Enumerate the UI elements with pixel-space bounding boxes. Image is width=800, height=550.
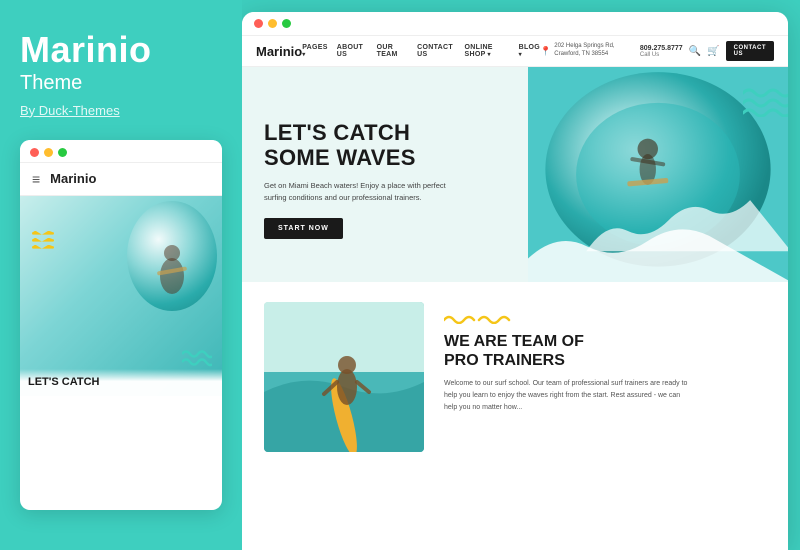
nav-address-text: 202 Helga Springs Rd, Crawford, TN 38554 xyxy=(554,43,634,59)
mini-hero-heading: LET'S CATCH xyxy=(28,375,214,389)
surfer-svg-mini xyxy=(127,201,217,311)
section2-heading: WE ARE TEAM OF PRO TRAINERS xyxy=(444,332,766,370)
hero-left: LET'S CATCH SOME WAVES Get on Miami Beac… xyxy=(242,67,528,282)
section2-heading-line2: PRO TRAINERS xyxy=(444,352,565,369)
main-nav-links: PAGES ABOUT US OUR TEAM CONTACT US ONLIN… xyxy=(302,44,540,58)
nav-phone-label: Call Us xyxy=(640,52,683,58)
section2-heading-line1: WE ARE TEAM OF xyxy=(444,333,584,350)
nav-address: 202 Helga Springs Rd, Crawford, TN 38554 xyxy=(554,43,634,59)
traffic-red xyxy=(30,148,39,157)
sidebar-title: Marinio Theme By Duck-Themes xyxy=(20,30,222,140)
teal-deco-svg xyxy=(743,87,788,117)
main-content: LET'S CATCH SOME WAVES Get on Miami Beac… xyxy=(242,67,788,550)
hero-subtext: Get on Miami Beach waters! Enjoy a place… xyxy=(264,180,464,204)
teal-wave-decoration xyxy=(743,87,788,122)
main-traffic-red xyxy=(254,19,263,28)
main-preview: Marinio PAGES ABOUT US OUR TEAM CONTACT … xyxy=(242,12,788,550)
hero-right xyxy=(528,67,788,282)
yellow-deco-svg xyxy=(444,312,514,324)
teal-wave-svg xyxy=(182,349,212,371)
yellow-wave-decoration xyxy=(444,312,766,324)
mini-content: ≡ Marinio xyxy=(20,163,222,510)
wave-tunnel-mini xyxy=(127,201,217,311)
nav-link-about[interactable]: ABOUT US xyxy=(337,44,368,58)
nav-link-pages[interactable]: PAGES xyxy=(302,44,328,58)
traffic-green xyxy=(58,148,67,157)
nav-link-shop[interactable]: ONLINE SHOP xyxy=(465,44,510,58)
mini-hero: LET'S CATCH xyxy=(20,196,222,396)
section2-image xyxy=(264,302,424,452)
app-subtitle: Theme xyxy=(20,72,222,95)
main-titlebar xyxy=(242,12,788,36)
main-nav-right: 📍 202 Helga Springs Rd, Crawford, TN 385… xyxy=(540,41,774,61)
main-nav-brand: Marinio xyxy=(256,44,302,59)
traffic-yellow xyxy=(44,148,53,157)
hero-section: LET'S CATCH SOME WAVES Get on Miami Beac… xyxy=(242,67,788,282)
yellow-wave-deco-mini xyxy=(32,231,54,249)
section2-text: Welcome to our surf school. Our team of … xyxy=(444,378,694,414)
section2: WE ARE TEAM OF PRO TRAINERS Welcome to o… xyxy=(242,282,788,472)
nav-link-blog[interactable]: BLOG xyxy=(519,44,540,58)
mini-titlebar xyxy=(20,140,222,163)
nav-link-contact[interactable]: CONTACT US xyxy=(417,44,455,58)
hero-heading-line2: SOME WAVES xyxy=(264,145,416,170)
app-byline: By Duck-Themes xyxy=(20,103,222,118)
start-now-button[interactable]: START NOW xyxy=(264,218,343,239)
section2-svg xyxy=(264,302,424,452)
hamburger-icon: ≡ xyxy=(32,171,40,187)
hero-heading-line1: LET'S CATCH xyxy=(264,120,410,145)
mini-nav: ≡ Marinio xyxy=(20,163,222,196)
mini-nav-brand: Marinio xyxy=(50,171,96,186)
hero-heading: LET'S CATCH SOME WAVES xyxy=(264,120,508,171)
cart-icon[interactable]: 🛒 xyxy=(707,46,719,57)
nav-phone-block: 809.275.8777 Call Us xyxy=(640,45,683,58)
search-icon[interactable]: 🔍 xyxy=(689,46,701,57)
location-icon: 📍 xyxy=(540,46,551,57)
sidebar: Marinio Theme By Duck-Themes ≡ Marinio xyxy=(0,0,242,550)
mini-hero-text: LET'S CATCH xyxy=(20,369,222,395)
nav-phone: 809.275.8777 xyxy=(640,45,683,52)
nav-link-team[interactable]: OUR TEAM xyxy=(377,44,409,58)
mini-browser-mockup: ≡ Marinio xyxy=(20,140,222,510)
contact-us-button[interactable]: CONTACT US xyxy=(726,41,774,61)
section2-right: WE ARE TEAM OF PRO TRAINERS Welcome to o… xyxy=(444,302,766,414)
nav-address-block: 📍 202 Helga Springs Rd, Crawford, TN 385… xyxy=(540,43,634,59)
main-traffic-yellow xyxy=(268,19,277,28)
app-title: Marinio xyxy=(20,30,222,70)
main-nav: Marinio PAGES ABOUT US OUR TEAM CONTACT … xyxy=(242,36,788,67)
main-traffic-green xyxy=(282,19,291,28)
